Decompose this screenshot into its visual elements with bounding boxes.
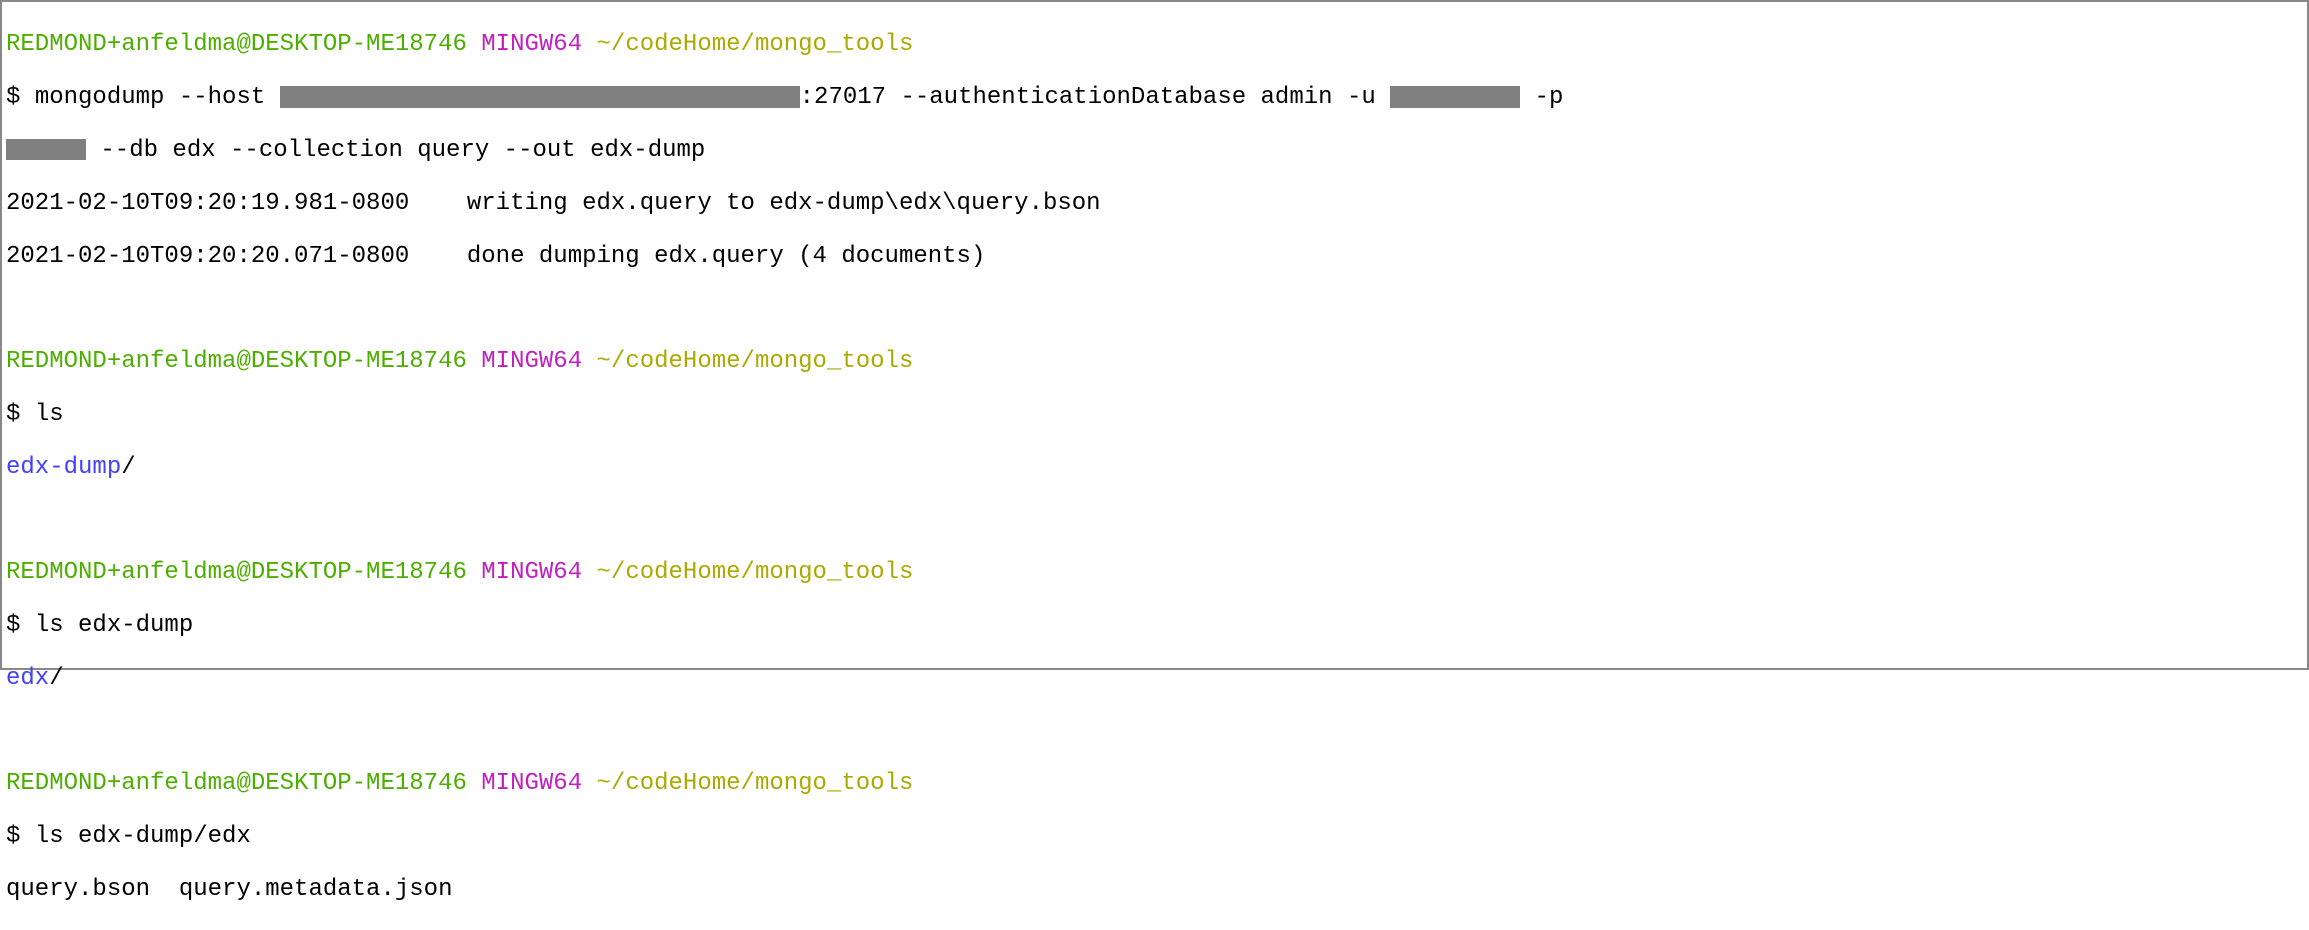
user-host: REDMOND+anfeldma@DESKTOP-ME18746 xyxy=(6,770,467,797)
prompt-symbol: $ xyxy=(6,823,20,850)
blank-line xyxy=(6,719,2303,745)
blank-line xyxy=(6,296,2303,322)
user-host: REDMOND+anfeldma@DESKTOP-ME18746 xyxy=(6,31,467,58)
command-line-1-cont: --db edx --collection query --out edx-du… xyxy=(6,138,2303,164)
user-host: REDMOND+anfeldma@DESKTOP-ME18746 xyxy=(6,348,467,375)
cmd-part-a: mongodump --host xyxy=(35,84,280,111)
cmd-part-c: -p xyxy=(1520,84,1578,111)
dir-name: edx xyxy=(6,665,49,692)
output-line-3: edx-dump/ xyxy=(6,455,2303,481)
mingw-label: MINGW64 xyxy=(481,559,582,586)
output-line-2: 2021-02-10T09:20:20.071-0800 done dumpin… xyxy=(6,244,2303,270)
cwd-path: ~/codeHome/mongo_tools xyxy=(597,770,914,797)
cmd-part-d: --db edx --collection query --out edx-du… xyxy=(86,137,705,164)
redacted-pass xyxy=(6,139,86,161)
cmd-ls-edx: ls edx-dump/edx xyxy=(35,823,251,850)
output-line-5: query.bson query.metadata.json xyxy=(6,877,2303,903)
command-line-2: $ ls xyxy=(6,402,2303,428)
prompt-line-4: REDMOND+anfeldma@DESKTOP-ME18746 MINGW64… xyxy=(6,771,2303,797)
command-line-3: $ ls edx-dump xyxy=(6,613,2303,639)
mingw-label: MINGW64 xyxy=(481,348,582,375)
cwd-path: ~/codeHome/mongo_tools xyxy=(597,559,914,586)
command-line-1: $ mongodump --host :27017 --authenticati… xyxy=(6,85,2303,111)
output-line-1: 2021-02-10T09:20:19.981-0800 writing edx… xyxy=(6,191,2303,217)
terminal-output[interactable]: REDMOND+anfeldma@DESKTOP-ME18746 MINGW64… xyxy=(6,6,2303,930)
user-host: REDMOND+anfeldma@DESKTOP-ME18746 xyxy=(6,559,467,586)
cwd-path: ~/codeHome/mongo_tools xyxy=(597,31,914,58)
dir-slash: / xyxy=(121,454,135,481)
blank-line xyxy=(6,507,2303,533)
dir-name: edx-dump xyxy=(6,454,121,481)
prompt-line-2: REDMOND+anfeldma@DESKTOP-ME18746 MINGW64… xyxy=(6,349,2303,375)
prompt-line-3: REDMOND+anfeldma@DESKTOP-ME18746 MINGW64… xyxy=(6,560,2303,586)
cmd-part-b: :27017 --authenticationDatabase admin -u xyxy=(800,84,1391,111)
cmd-ls: ls xyxy=(35,401,64,428)
prompt-symbol: $ xyxy=(6,612,20,639)
prompt-symbol: $ xyxy=(6,401,20,428)
prompt-symbol: $ xyxy=(6,84,20,111)
command-line-4: $ ls edx-dump/edx xyxy=(6,824,2303,850)
cmd-ls-edxdump: ls edx-dump xyxy=(35,612,193,639)
dir-slash: / xyxy=(49,665,63,692)
redacted-user xyxy=(1390,86,1520,108)
redacted-host xyxy=(280,86,800,108)
mingw-label: MINGW64 xyxy=(481,31,582,58)
mingw-label: MINGW64 xyxy=(481,770,582,797)
prompt-line-1: REDMOND+anfeldma@DESKTOP-ME18746 MINGW64… xyxy=(6,32,2303,58)
cwd-path: ~/codeHome/mongo_tools xyxy=(597,348,914,375)
